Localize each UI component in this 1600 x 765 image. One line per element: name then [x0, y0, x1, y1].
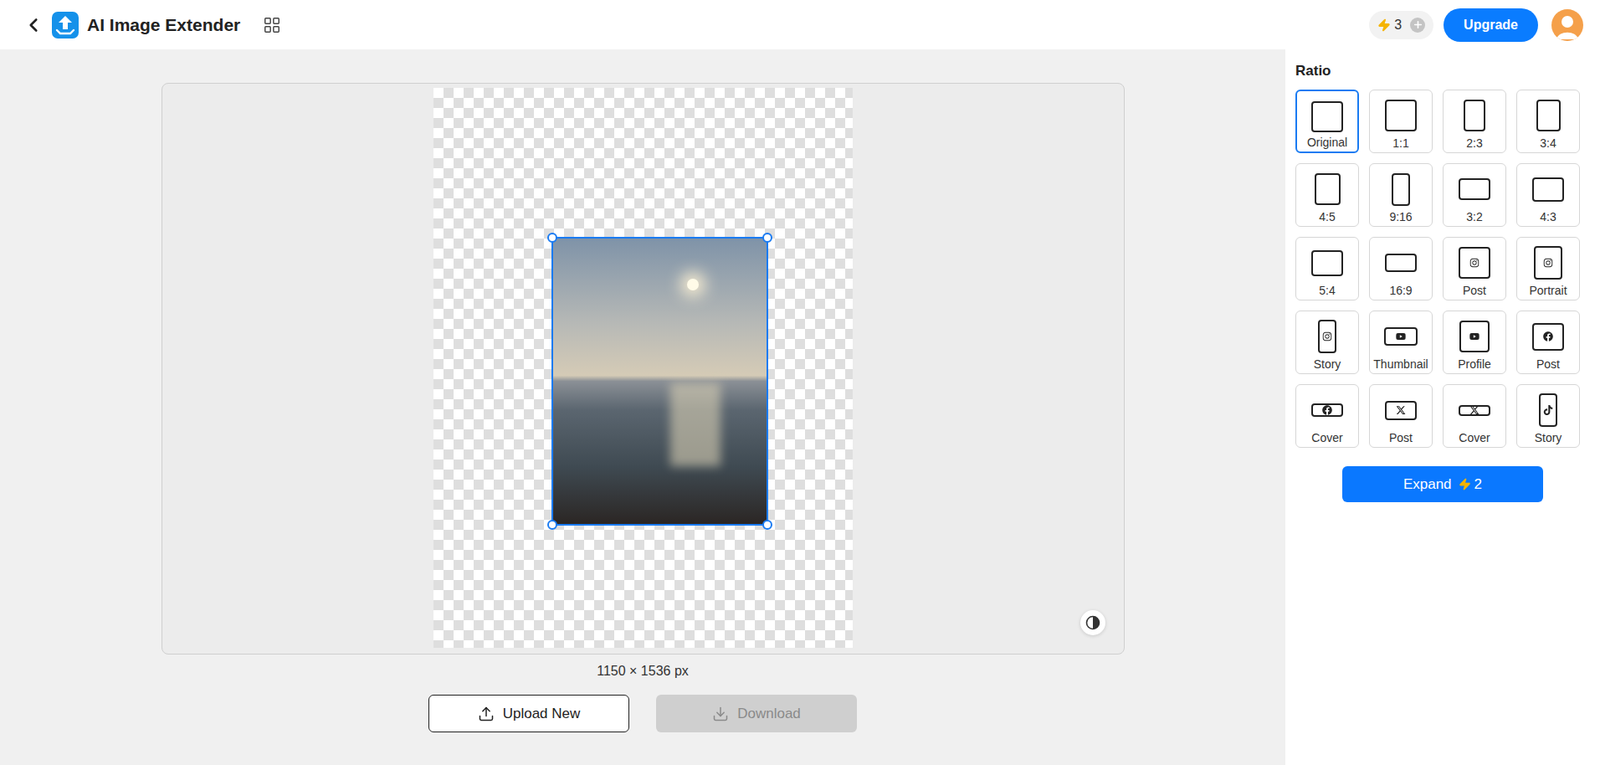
contrast-icon — [1085, 615, 1101, 631]
facebook-icon — [1543, 331, 1554, 342]
upload-button[interactable]: Upload New — [428, 694, 630, 733]
ratio-option[interactable]: 16:9 — [1369, 236, 1433, 301]
ratio-shape-icon — [1459, 320, 1490, 353]
credits-pill: 3 — [1369, 10, 1434, 40]
upload-icon — [477, 705, 495, 723]
top-bar: AI Image Extender 3 Upgrade — [0, 0, 1600, 50]
ratio-shape-icon — [1311, 403, 1344, 417]
ratio-shape-icon — [1317, 319, 1337, 354]
youtube-icon — [1395, 331, 1406, 342]
ratio-shape-icon — [1458, 246, 1491, 279]
ratio-option[interactable]: Cover — [1442, 384, 1507, 448]
user-avatar[interactable] — [1551, 9, 1584, 42]
ratio-grid: Original1:12:33:44:59:163:24:35:416:9Pos… — [1295, 89, 1580, 448]
ratio-shape-icon — [1533, 246, 1563, 280]
ratio-option[interactable]: Thumbnail — [1369, 310, 1433, 375]
canvas-frame — [161, 82, 1125, 655]
download-icon — [712, 705, 729, 723]
upgrade-button[interactable]: Upgrade — [1443, 8, 1539, 42]
bolt-icon — [1377, 18, 1391, 32]
apps-menu-button[interactable] — [260, 13, 284, 37]
ratio-option[interactable]: 5:4 — [1295, 236, 1359, 301]
sun — [687, 278, 699, 291]
ratio-option[interactable]: Story — [1295, 310, 1359, 375]
canvas-size: 1150 × 1536 px — [596, 662, 689, 680]
ratio-option[interactable]: 4:3 — [1516, 163, 1580, 227]
ratio-shape-icon — [1532, 177, 1565, 202]
grid-icon — [262, 15, 282, 35]
ratio-shape-icon — [1384, 253, 1417, 272]
ratio-shape-icon — [1311, 250, 1344, 277]
ratio-option[interactable]: Post — [1442, 236, 1507, 301]
ratio-panel: Ratio Original1:12:33:4 4:59:163:24:3 5:416… — [1285, 49, 1600, 765]
ratio-shape-icon — [1384, 400, 1417, 421]
resize-handle[interactable] — [547, 232, 558, 243]
ratio-option[interactable]: 2:3 — [1442, 89, 1507, 154]
instagram-icon — [1543, 257, 1554, 268]
download-button[interactable]: Download — [656, 694, 857, 733]
ratio-option[interactable]: Cover — [1295, 384, 1359, 448]
instagram-icon — [1322, 331, 1333, 342]
ratio-shape-icon — [1532, 323, 1565, 351]
resize-handle[interactable] — [762, 232, 773, 243]
ratio-shape-icon — [1391, 173, 1411, 206]
expand-area[interactable] — [433, 87, 853, 648]
resize-handle[interactable] — [547, 519, 558, 530]
ratio-option[interactable]: 3:4 — [1516, 89, 1580, 154]
x-icon — [1395, 405, 1406, 416]
user-icon — [1551, 9, 1584, 42]
back-button[interactable] — [21, 13, 46, 37]
youtube-icon — [1469, 331, 1480, 342]
ratio-option[interactable]: Story — [1516, 384, 1580, 448]
instagram-icon — [1469, 257, 1480, 268]
ratio-shape-icon — [1458, 405, 1491, 416]
chevron-left-icon — [22, 14, 45, 36]
ratio-shape-icon — [1538, 393, 1558, 427]
ratio-option[interactable]: 9:16 — [1369, 163, 1433, 227]
ratio-option[interactable]: Portrait — [1516, 236, 1580, 301]
ratio-option[interactable]: Profile — [1442, 310, 1507, 375]
app-logo-icon — [51, 11, 79, 39]
bolt-icon — [1458, 477, 1472, 491]
ratio-option[interactable]: 4:5 — [1295, 163, 1359, 227]
resize-handle[interactable] — [762, 519, 773, 530]
ratio-shape-icon — [1536, 99, 1561, 132]
ratio-shape-icon — [1384, 327, 1418, 346]
photo[interactable] — [553, 238, 767, 524]
ratio-shape-icon — [1311, 101, 1344, 133]
workspace: 1150 × 1536 px Upload New Download — [0, 49, 1286, 765]
expand-button[interactable]: Expand2 — [1342, 466, 1544, 503]
ratio-shape-icon — [1384, 99, 1417, 132]
facebook-icon — [1322, 405, 1333, 416]
ratio-option[interactable]: Original — [1295, 89, 1359, 154]
ratio-option[interactable]: Post — [1516, 310, 1580, 375]
panel-title: Ratio — [1295, 61, 1600, 82]
compare-button[interactable] — [1080, 610, 1106, 636]
app: AI Image Extender 3 Upgrade 1150 × 1536 px U… — [0, 0, 1600, 765]
ratio-option[interactable]: 3:2 — [1442, 163, 1507, 227]
sun-glare — [670, 382, 721, 467]
ratio-option[interactable]: Post — [1369, 384, 1433, 448]
ratio-shape-icon — [1314, 173, 1341, 206]
add-credits-button[interactable] — [1410, 17, 1426, 33]
tiktok-icon — [1543, 405, 1554, 416]
app-title: AI Image Extender — [87, 11, 241, 39]
ratio-option[interactable]: 1:1 — [1369, 89, 1433, 154]
ratio-shape-icon — [1458, 178, 1491, 200]
ratio-shape-icon — [1463, 99, 1486, 132]
plus-icon — [1412, 19, 1424, 31]
x-icon — [1469, 405, 1480, 416]
